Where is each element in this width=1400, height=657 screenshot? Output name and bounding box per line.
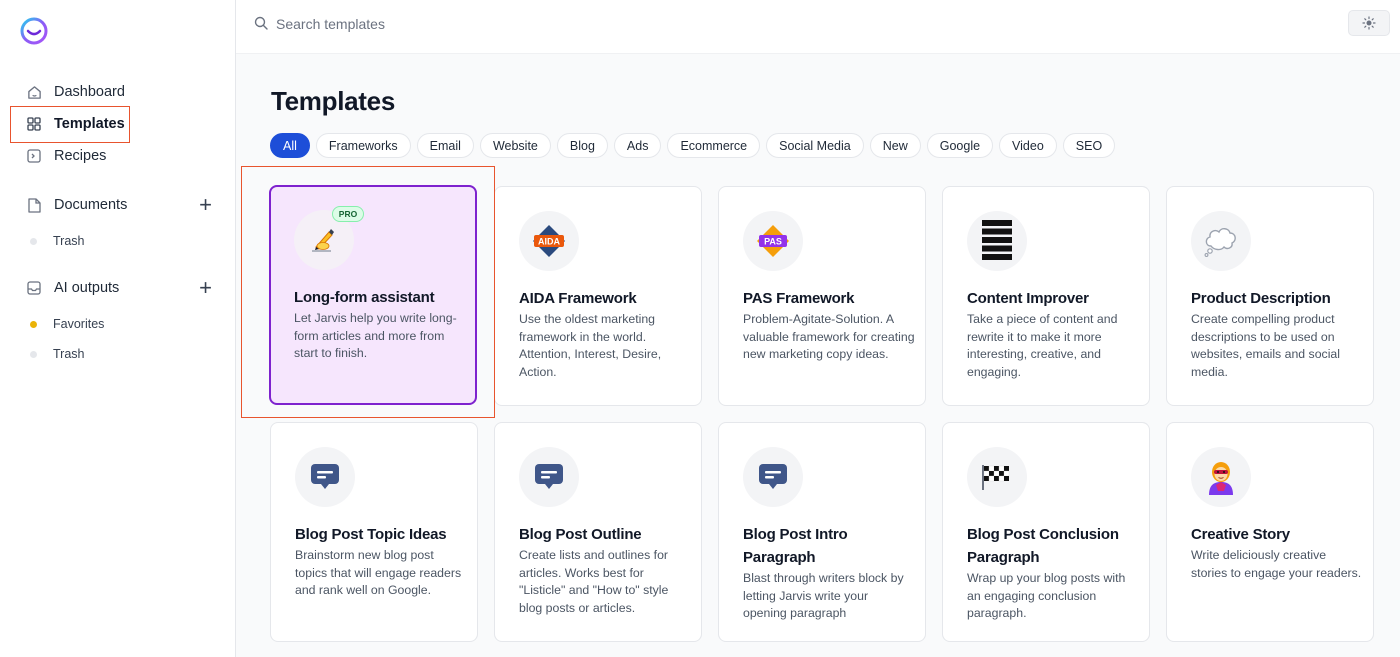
sidebar-item-documents[interactable]: Documents + <box>12 191 226 219</box>
sidebar-subitem-trash[interactable]: Trash <box>30 231 85 251</box>
sidebar-item-label: Documents <box>54 197 128 213</box>
card-icon-wrap <box>743 447 803 507</box>
theme-toggle-button[interactable] <box>1348 10 1390 36</box>
sidebar: Dashboard Templates Recipes Documents + … <box>0 0 236 657</box>
card-description: Create compelling product descriptions t… <box>1191 312 1340 380</box>
tab-google[interactable]: Google <box>926 133 994 158</box>
highlight-box <box>241 166 495 418</box>
template-card-content-improver[interactable]: Content Improver Take a piece of content… <box>942 186 1150 406</box>
chat-bubble-icon <box>311 464 339 489</box>
status-dot <box>30 350 37 358</box>
card-description: Brainstorm new blog post topics that wil… <box>295 548 462 598</box>
template-card-aida-framework[interactable]: AIDA AIDA Framework Use the oldest marke… <box>494 186 702 406</box>
add-document-icon[interactable]: + <box>199 194 212 216</box>
card-description: Blast through writers block by letting J… <box>743 571 904 621</box>
highlight-box <box>10 106 130 143</box>
chat-bubble-icon <box>759 464 787 489</box>
status-dot <box>30 320 37 328</box>
tab-ecommerce[interactable]: Ecommerce <box>667 133 761 158</box>
sun-icon <box>1362 16 1376 30</box>
search-input[interactable] <box>276 12 876 36</box>
template-card-blog-post-topic-ideas[interactable]: Blog Post Topic Ideas Brainstorm new blo… <box>270 422 478 642</box>
tab-video[interactable]: Video <box>999 133 1057 158</box>
aida-icon: AIDA <box>533 225 565 257</box>
sidebar-subitem-label: Trash <box>53 234 85 248</box>
card-icon-wrap <box>295 447 355 507</box>
tab-blog[interactable]: Blog <box>556 133 608 158</box>
tab-social-media[interactable]: Social Media <box>766 133 864 158</box>
category-tabs: All Frameworks Email Website Blog Ads Ec… <box>270 133 1116 158</box>
thought-bubble-icon <box>1204 228 1236 257</box>
template-card-blog-post-conclusion-paragraph[interactable]: Blog Post Conclusion Paragraph Wrap up y… <box>942 422 1150 642</box>
sidebar-item-dashboard[interactable]: Dashboard <box>12 78 226 106</box>
chat-bubble-icon <box>535 464 563 489</box>
card-icon-wrap <box>519 447 579 507</box>
card-description: Use the oldest marketing framework in th… <box>519 312 662 380</box>
template-card-product-description[interactable]: Product Description Create compelling pr… <box>1166 186 1374 406</box>
card-title: Blog Post Topic Ideas <box>295 526 447 543</box>
sidebar-subitem-trash-outputs[interactable]: Trash <box>30 344 85 364</box>
tab-seo[interactable]: SEO <box>1062 133 1116 158</box>
superhero-icon <box>1209 462 1233 495</box>
card-icon-wrap <box>967 211 1027 271</box>
sidebar-subitem-favorites[interactable]: Favorites <box>30 314 104 334</box>
card-title: Content Improver <box>967 290 1089 307</box>
checkered-flag-icon <box>982 465 1010 490</box>
card-title: Blog Post Outline <box>519 526 642 543</box>
template-card-creative-story[interactable]: Creative Story Write deliciously creativ… <box>1166 422 1374 642</box>
card-title: Blog Post Conclusion Paragraph <box>967 526 1119 566</box>
add-output-icon[interactable]: + <box>199 277 212 299</box>
template-card-pas-framework[interactable]: PAS PAS Framework Problem-Agitate-Soluti… <box>718 186 926 406</box>
stacked-lines-icon <box>982 220 1012 260</box>
sidebar-item-label: Dashboard <box>54 84 125 100</box>
tab-new[interactable]: New <box>869 133 921 158</box>
inbox-icon <box>26 280 42 296</box>
card-title: Creative Story <box>1191 526 1290 543</box>
card-icon-wrap <box>967 447 1027 507</box>
page-title: Templates <box>271 86 395 116</box>
sidebar-subitem-label: Favorites <box>53 317 105 331</box>
card-title: Blog Post Intro Paragraph <box>743 526 848 566</box>
card-title: Product Description <box>1191 290 1331 307</box>
sidebar-subitem-label: Trash <box>53 347 85 361</box>
tab-all[interactable]: All <box>270 133 310 158</box>
card-description: Wrap up your blog posts with an engaging… <box>967 571 1126 621</box>
card-description: Create lists and outlines for articles. … <box>519 548 669 616</box>
status-dot <box>30 237 37 245</box>
template-card-blog-post-intro-paragraph[interactable]: Blog Post Intro Paragraph Blast through … <box>718 422 926 642</box>
sidebar-item-recipes[interactable]: Recipes <box>12 142 226 170</box>
card-title: PAS Framework <box>743 290 855 307</box>
tab-ads[interactable]: Ads <box>613 133 662 158</box>
card-icon-wrap <box>1191 447 1251 507</box>
tab-frameworks[interactable]: Frameworks <box>315 133 411 158</box>
template-card-blog-post-outline[interactable]: Blog Post Outline Create lists and outli… <box>494 422 702 642</box>
sidebar-item-label: Recipes <box>54 148 107 164</box>
card-icon-wrap <box>1191 211 1251 271</box>
tab-website[interactable]: Website <box>479 133 551 158</box>
pas-icon: PAS <box>757 225 789 257</box>
document-icon <box>26 197 42 213</box>
search-icon <box>254 16 268 30</box>
card-description: Take a piece of content and rewrite it t… <box>967 312 1118 380</box>
sidebar-item-ai-outputs[interactable]: AI outputs + <box>12 274 226 302</box>
jarvis-logo[interactable] <box>18 16 50 46</box>
card-description: Problem-Agitate-Solution. A valuable fra… <box>743 312 915 362</box>
terminal-icon <box>26 148 42 164</box>
home-icon <box>26 84 42 100</box>
top-bar <box>236 0 1400 54</box>
card-title: AIDA Framework <box>519 290 637 307</box>
tab-email[interactable]: Email <box>416 133 474 158</box>
pas-icon-text: PAS <box>764 237 782 247</box>
card-icon-wrap: AIDA <box>519 211 579 271</box>
card-icon-wrap: PAS <box>743 211 803 271</box>
aida-icon-text: AIDA <box>538 237 560 247</box>
card-description: Write deliciously creative stories to en… <box>1191 548 1362 580</box>
sidebar-item-label: AI outputs <box>54 280 120 296</box>
